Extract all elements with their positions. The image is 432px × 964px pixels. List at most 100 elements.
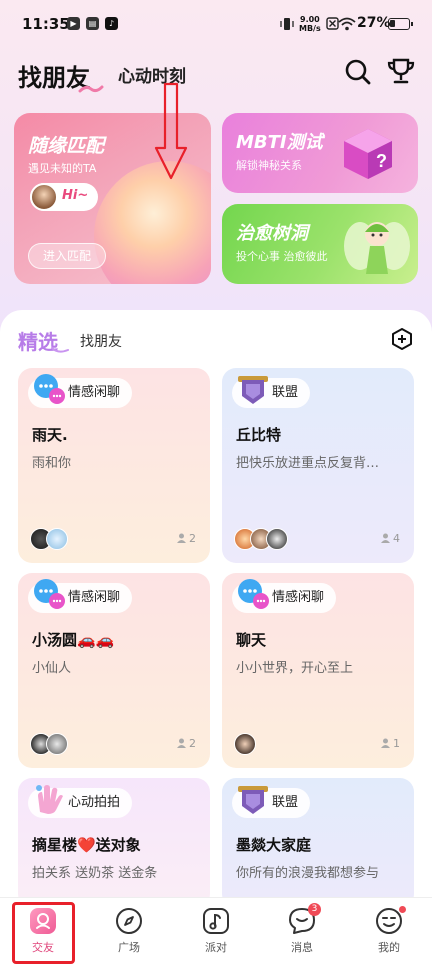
- featured-tab-indicator: [51, 347, 69, 353]
- room-title: 雨天.: [32, 426, 68, 444]
- mbti-subtitle: 解锁神秘关系: [236, 159, 302, 172]
- member-count: 1: [381, 737, 400, 750]
- hi-bubble: Hi~: [30, 183, 98, 211]
- trophy-icon[interactable]: [386, 56, 416, 86]
- avatar: [234, 733, 256, 755]
- room-tag-label: 心动拍拍: [68, 795, 121, 810]
- tab-find-friends[interactable]: 找朋友: [80, 331, 122, 351]
- fairy-icon: [344, 222, 410, 274]
- music-note-icon: [203, 908, 229, 934]
- alliance-shield-icon: [238, 786, 268, 814]
- speed-unit: MB/s: [299, 24, 321, 33]
- planet-illustration: [94, 161, 211, 284]
- tiktok-notification-icon: ♪: [105, 17, 118, 30]
- random-match-subtitle: 遇见未知的TA: [28, 162, 97, 175]
- room-description: 小小世界，开心至上: [236, 661, 354, 676]
- room-tag-label: 联盟: [272, 795, 299, 810]
- room-tag: 情感闲聊: [28, 579, 133, 613]
- room-tag-label: 情感闲聊: [68, 590, 121, 605]
- member-count-value: 1: [393, 737, 400, 750]
- healing-tree-title: 治愈树洞: [236, 223, 308, 244]
- room-card[interactable]: 情感闲聊 聊天 小小世界，开心至上 1: [222, 573, 414, 768]
- nav-label: 派对: [205, 941, 227, 954]
- vibrate-icon: [280, 18, 294, 30]
- room-description: 你所有的浪漫我都想参与: [236, 866, 380, 881]
- network-speed: 9.00 MB/s: [299, 15, 321, 33]
- red-arrow-annotation-icon: [154, 82, 188, 180]
- member-count: 2: [177, 737, 196, 750]
- nav-party[interactable]: 派对: [186, 906, 246, 955]
- room-title: 聊天: [236, 631, 267, 649]
- question-cube-icon: ?: [344, 129, 392, 179]
- room-tag: 心动拍拍: [28, 785, 133, 818]
- member-count-value: 4: [393, 532, 400, 545]
- alliance-shield-icon: [238, 376, 268, 404]
- room-title: 丘比特: [236, 426, 282, 444]
- enter-match-button[interactable]: 进入匹配: [28, 243, 106, 269]
- status-bar: 11:35 ▶ ▤ ♪ 9.00 MB/s 27%: [0, 0, 432, 50]
- room-description: 把快乐放进重点反复背…: [236, 456, 380, 471]
- person-icon: [177, 533, 186, 543]
- nav-label: 广场: [118, 941, 140, 954]
- search-icon[interactable]: [344, 58, 372, 86]
- healing-tree-subtitle: 投个心事 治愈彼此: [236, 250, 328, 263]
- active-tab-indicator: [78, 85, 104, 93]
- room-card[interactable]: 联盟 墨燚大家庭 你所有的浪漫我都想参与: [222, 778, 414, 908]
- room-tag: 联盟: [232, 376, 311, 408]
- room-tag-label: 联盟: [272, 385, 299, 400]
- svg-text:?: ?: [376, 151, 387, 171]
- nav-plaza[interactable]: 广场: [99, 906, 159, 955]
- room-description: 雨和你: [32, 456, 72, 471]
- room-tag: 情感闲聊: [232, 579, 337, 613]
- room-tag: 联盟: [232, 786, 311, 818]
- avatar: [30, 183, 58, 211]
- avatar: [266, 528, 288, 550]
- chat-bubbles-icon: [34, 374, 65, 404]
- nav-label: 我的: [378, 941, 400, 954]
- battery-percent: 27%: [357, 15, 391, 31]
- healing-tree-card[interactable]: 治愈树洞 投个心事 治愈彼此: [222, 204, 418, 284]
- chat-bubbles-icon: [34, 579, 65, 609]
- person-icon: [381, 533, 390, 543]
- chat-bubbles-icon: [238, 579, 269, 609]
- room-tag: 情感闲聊: [28, 374, 133, 408]
- room-title: 小汤圆🚗🚗: [32, 631, 115, 649]
- room-title: 摘星楼❤️送对象: [32, 836, 141, 854]
- random-match-title: 随缘匹配: [28, 135, 105, 157]
- person-icon: [381, 738, 390, 748]
- mbti-title: MBTI测试: [236, 132, 323, 153]
- room-description: 拍关系 送奶茶 送金条: [32, 866, 158, 881]
- room-card[interactable]: 情感闲聊 小汤圆🚗🚗 小仙人 2: [18, 573, 210, 768]
- room-card[interactable]: 情感闲聊 雨天. 雨和你 2: [18, 368, 210, 563]
- room-tag-label: 情感闲聊: [68, 385, 121, 400]
- nav-label: 消息: [291, 941, 313, 954]
- member-count: 2: [177, 532, 196, 545]
- nav-messages[interactable]: 3 消息: [272, 903, 332, 955]
- message-notification-icon: ▤: [86, 17, 99, 30]
- room-description: 小仙人: [32, 661, 72, 676]
- wifi-icon: [338, 17, 356, 31]
- person-icon: [177, 738, 186, 748]
- battery-icon: [388, 18, 413, 30]
- notification-dot: [399, 906, 406, 913]
- room-tag-label: 情感闲聊: [272, 590, 325, 605]
- speed-value: 9.00: [300, 15, 320, 24]
- member-count-value: 2: [189, 737, 196, 750]
- message-badge: 3: [308, 903, 321, 916]
- room-card[interactable]: 联盟 丘比特 把快乐放进重点反复背… 4: [222, 368, 414, 563]
- compass-icon: [116, 908, 142, 934]
- nav-me[interactable]: 我的: [359, 906, 419, 955]
- avatar: [46, 733, 68, 755]
- member-count-value: 2: [189, 532, 196, 545]
- room-title: 墨燚大家庭: [236, 836, 312, 854]
- highlight-box-annotation: [12, 902, 75, 964]
- avatar: [46, 528, 68, 550]
- create-room-icon[interactable]: [390, 327, 414, 351]
- hi-text: Hi~: [62, 188, 89, 203]
- pat-hand-icon: [36, 785, 63, 814]
- mbti-test-card[interactable]: MBTI测试 解锁神秘关系 ?: [222, 113, 418, 193]
- status-time: 11:35: [22, 15, 70, 33]
- member-count: 4: [381, 532, 400, 545]
- room-card[interactable]: 心动拍拍 摘星楼❤️送对象 拍关系 送奶茶 送金条: [18, 778, 210, 908]
- app-notification-icon: ▶: [67, 17, 80, 30]
